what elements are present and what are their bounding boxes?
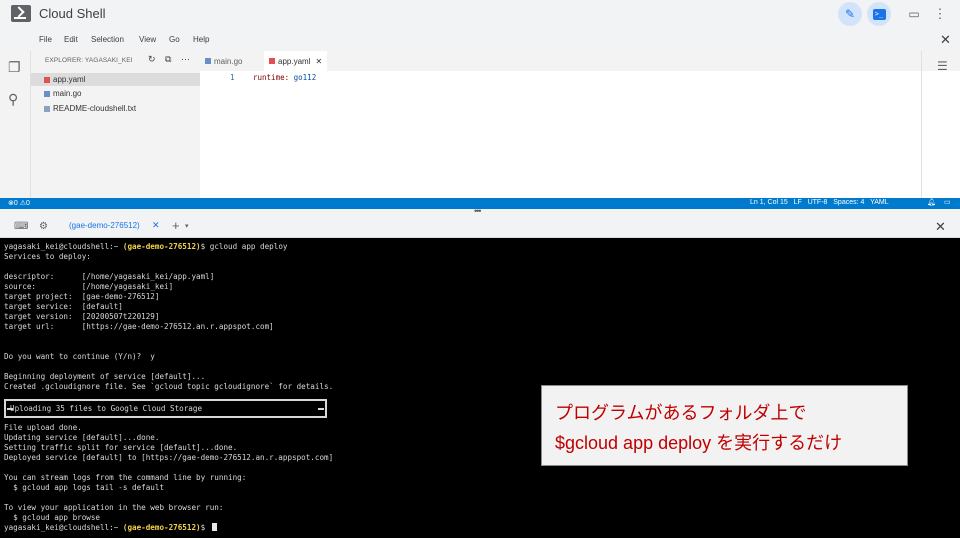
line-number: 1	[230, 73, 235, 82]
app-title: Cloud Shell	[39, 6, 106, 21]
more-horiz-icon[interactable]: ⋯	[181, 54, 190, 65]
terminal-line: Services to deploy:	[4, 252, 91, 261]
upload-progress-box: Uploading 35 files to Google Cloud Stora…	[4, 399, 327, 418]
panel-resize-handle[interactable]: •••	[0, 206, 960, 217]
open-editor-button[interactable]: ✎	[838, 2, 862, 26]
prompt-user: yagasaki_kei@cloudshell:~	[4, 523, 119, 532]
app-bar: Cloud Shell ✎ >_ ▭ ⋮	[0, 0, 960, 30]
tab-main-go[interactable]: main.go	[200, 51, 247, 71]
maximize-icon[interactable]: ▭	[944, 198, 951, 206]
terminal-line: target url: [https://gae-demo-276512.an.…	[4, 322, 274, 331]
add-session-icon[interactable]: +	[172, 218, 180, 233]
menu-edit[interactable]: Edit	[64, 35, 78, 44]
text-file-icon	[44, 105, 50, 112]
terminal-line: File upload done.	[4, 423, 82, 432]
files-icon[interactable]: ❐	[8, 59, 21, 76]
terminal-line: target version: [20200507t220129]	[4, 312, 160, 321]
web-preview-icon: ▭	[908, 7, 920, 21]
open-terminal-button[interactable]: >_	[867, 2, 891, 26]
terminal-line: You can stream logs from the command lin…	[4, 473, 247, 482]
activity-bar: ❐ ⚲	[0, 51, 31, 198]
terminal-icon: >_	[872, 8, 886, 20]
web-preview-button[interactable]: ▭	[902, 2, 926, 26]
close-editor-icon[interactable]: ✕	[940, 32, 951, 48]
terminal-line: $ gcloud app logs tail -s default	[4, 483, 165, 492]
go-file-icon	[205, 58, 211, 64]
progress-bar-right	[318, 408, 324, 410]
editor-scrollbar[interactable]	[921, 51, 922, 198]
go-file-icon	[44, 90, 50, 97]
editor-tabs: main.go app.yaml ✕	[200, 51, 960, 71]
close-terminal-icon[interactable]: ✕	[935, 219, 946, 235]
tab-label: app.yaml	[278, 56, 311, 66]
file-label: main.go	[53, 89, 82, 98]
menu-view[interactable]: View	[139, 35, 156, 44]
terminal-line: To view your application in the web brow…	[4, 503, 224, 512]
terminal-line: Beginning deployment of service [default…	[4, 372, 206, 381]
outline-icon[interactable]: ☰	[937, 59, 948, 73]
refresh-icon[interactable]: ↻	[148, 54, 156, 65]
close-tab-icon[interactable]: ✕	[315, 57, 322, 66]
settings-gear-icon[interactable]: ⚙	[39, 221, 48, 232]
yaml-key: runtime:	[253, 73, 290, 82]
yaml-value: go112	[293, 73, 317, 82]
menu-go[interactable]: Go	[169, 35, 180, 44]
menu-bar: File Edit Selection View Go Help ✕	[0, 30, 960, 51]
terminal-line: Deployed service [default] to [https://g…	[4, 453, 334, 462]
search-icon[interactable]: ⚲	[8, 91, 18, 108]
terminal-line: source: [/home/yagasaki_kei]	[4, 282, 174, 291]
terminal-line: Created .gcloudignore file. See `gcloud …	[4, 382, 334, 391]
terminal-final-prompt: yagasaki_kei@cloudshell:~ (gae-demo-2765…	[4, 523, 217, 533]
prompt-user: yagasaki_kei@cloudshell:~	[4, 242, 119, 251]
file-item-app-yaml[interactable]: app.yaml	[31, 73, 200, 86]
terminal-line: $ gcloud app browse	[4, 513, 101, 522]
bell-icon[interactable]: 🔔︎	[927, 198, 936, 206]
yaml-file-icon	[269, 58, 275, 64]
terminal-line: descriptor: [/home/yagasaki_kei/app.yaml…	[4, 272, 215, 281]
pencil-icon: ✎	[844, 7, 856, 21]
callout-line-2: $gcloud app deploy を実行するだけ	[555, 433, 843, 453]
upload-progress-text: Uploading 35 files to Google Cloud Stora…	[10, 404, 203, 413]
terminal-line: Updating service [default]...done.	[4, 433, 160, 442]
menu-file[interactable]: File	[39, 35, 52, 44]
file-label: README-cloudshell.txt	[53, 104, 137, 113]
file-item-main-go[interactable]: main.go	[31, 87, 200, 100]
terminal-line: target service: [default]	[4, 302, 123, 311]
cloud-shell-logo-icon	[11, 5, 31, 22]
terminal-cursor	[211, 523, 217, 531]
terminal-line: target project: [gae-demo-276512]	[4, 292, 160, 301]
prompt-command: $ gcloud app deploy	[200, 242, 288, 251]
tab-app-yaml[interactable]: app.yaml ✕	[264, 51, 328, 71]
code-text: runtime: go112	[253, 73, 316, 82]
explorer-title: EXPLORER: YAGASAKI_KEI	[45, 57, 133, 64]
more-options-button[interactable]: ⋮	[928, 2, 952, 26]
prompt-project: (gae-demo-276512)	[122, 242, 201, 251]
annotation-callout: プログラムがあるフォルダ上で $gcloud app deploy を実行するだ…	[541, 385, 908, 466]
terminal-tab-bar: ⌨ ⚙ (gae-demo-276512) ✕ + ▾ ✕	[0, 217, 960, 238]
yaml-file-icon	[44, 76, 50, 83]
close-session-icon[interactable]: ✕	[152, 220, 160, 231]
tab-terminal-session[interactable]: (gae-demo-276512)	[69, 221, 140, 230]
cursor-status[interactable]: Ln 1, Col 15 LF UTF-8 Spaces: 4 YAML	[750, 199, 889, 206]
problems-indicator[interactable]: ⊗0 ⚠0	[8, 199, 30, 207]
terminal-prompt-line: yagasaki_kei@cloudshell:~ (gae-demo-2765…	[4, 242, 287, 252]
terminal-line: Do you want to continue (Y/n)? y	[4, 352, 155, 361]
prompt-suffix: $	[200, 523, 206, 532]
tab-label: main.go	[214, 56, 243, 66]
menu-selection[interactable]: Selection	[91, 35, 124, 44]
menu-help[interactable]: Help	[193, 35, 209, 44]
callout-line-1: プログラムがあるフォルダ上で	[555, 403, 807, 423]
explorer-panel: EXPLORER: YAGASAKI_KEI ↻ ⧉ ⋯ app.yaml ma…	[31, 51, 200, 198]
keyboard-icon[interactable]: ⌨	[14, 221, 28, 232]
file-label: app.yaml	[53, 75, 86, 84]
prompt-project: (gae-demo-276512)	[122, 523, 201, 532]
file-item-readme[interactable]: README-cloudshell.txt	[31, 102, 200, 115]
editor-area: main.go app.yaml ✕ 1 runtime: go112 ☰	[200, 51, 960, 198]
terminal-line: Setting traffic split for service [defau…	[4, 443, 238, 452]
collapse-all-icon[interactable]: ⧉	[165, 54, 171, 65]
chevron-down-icon[interactable]: ▾	[185, 222, 189, 230]
drag-handle-icon: •••	[474, 206, 482, 216]
more-vert-icon: ⋮	[933, 6, 947, 21]
